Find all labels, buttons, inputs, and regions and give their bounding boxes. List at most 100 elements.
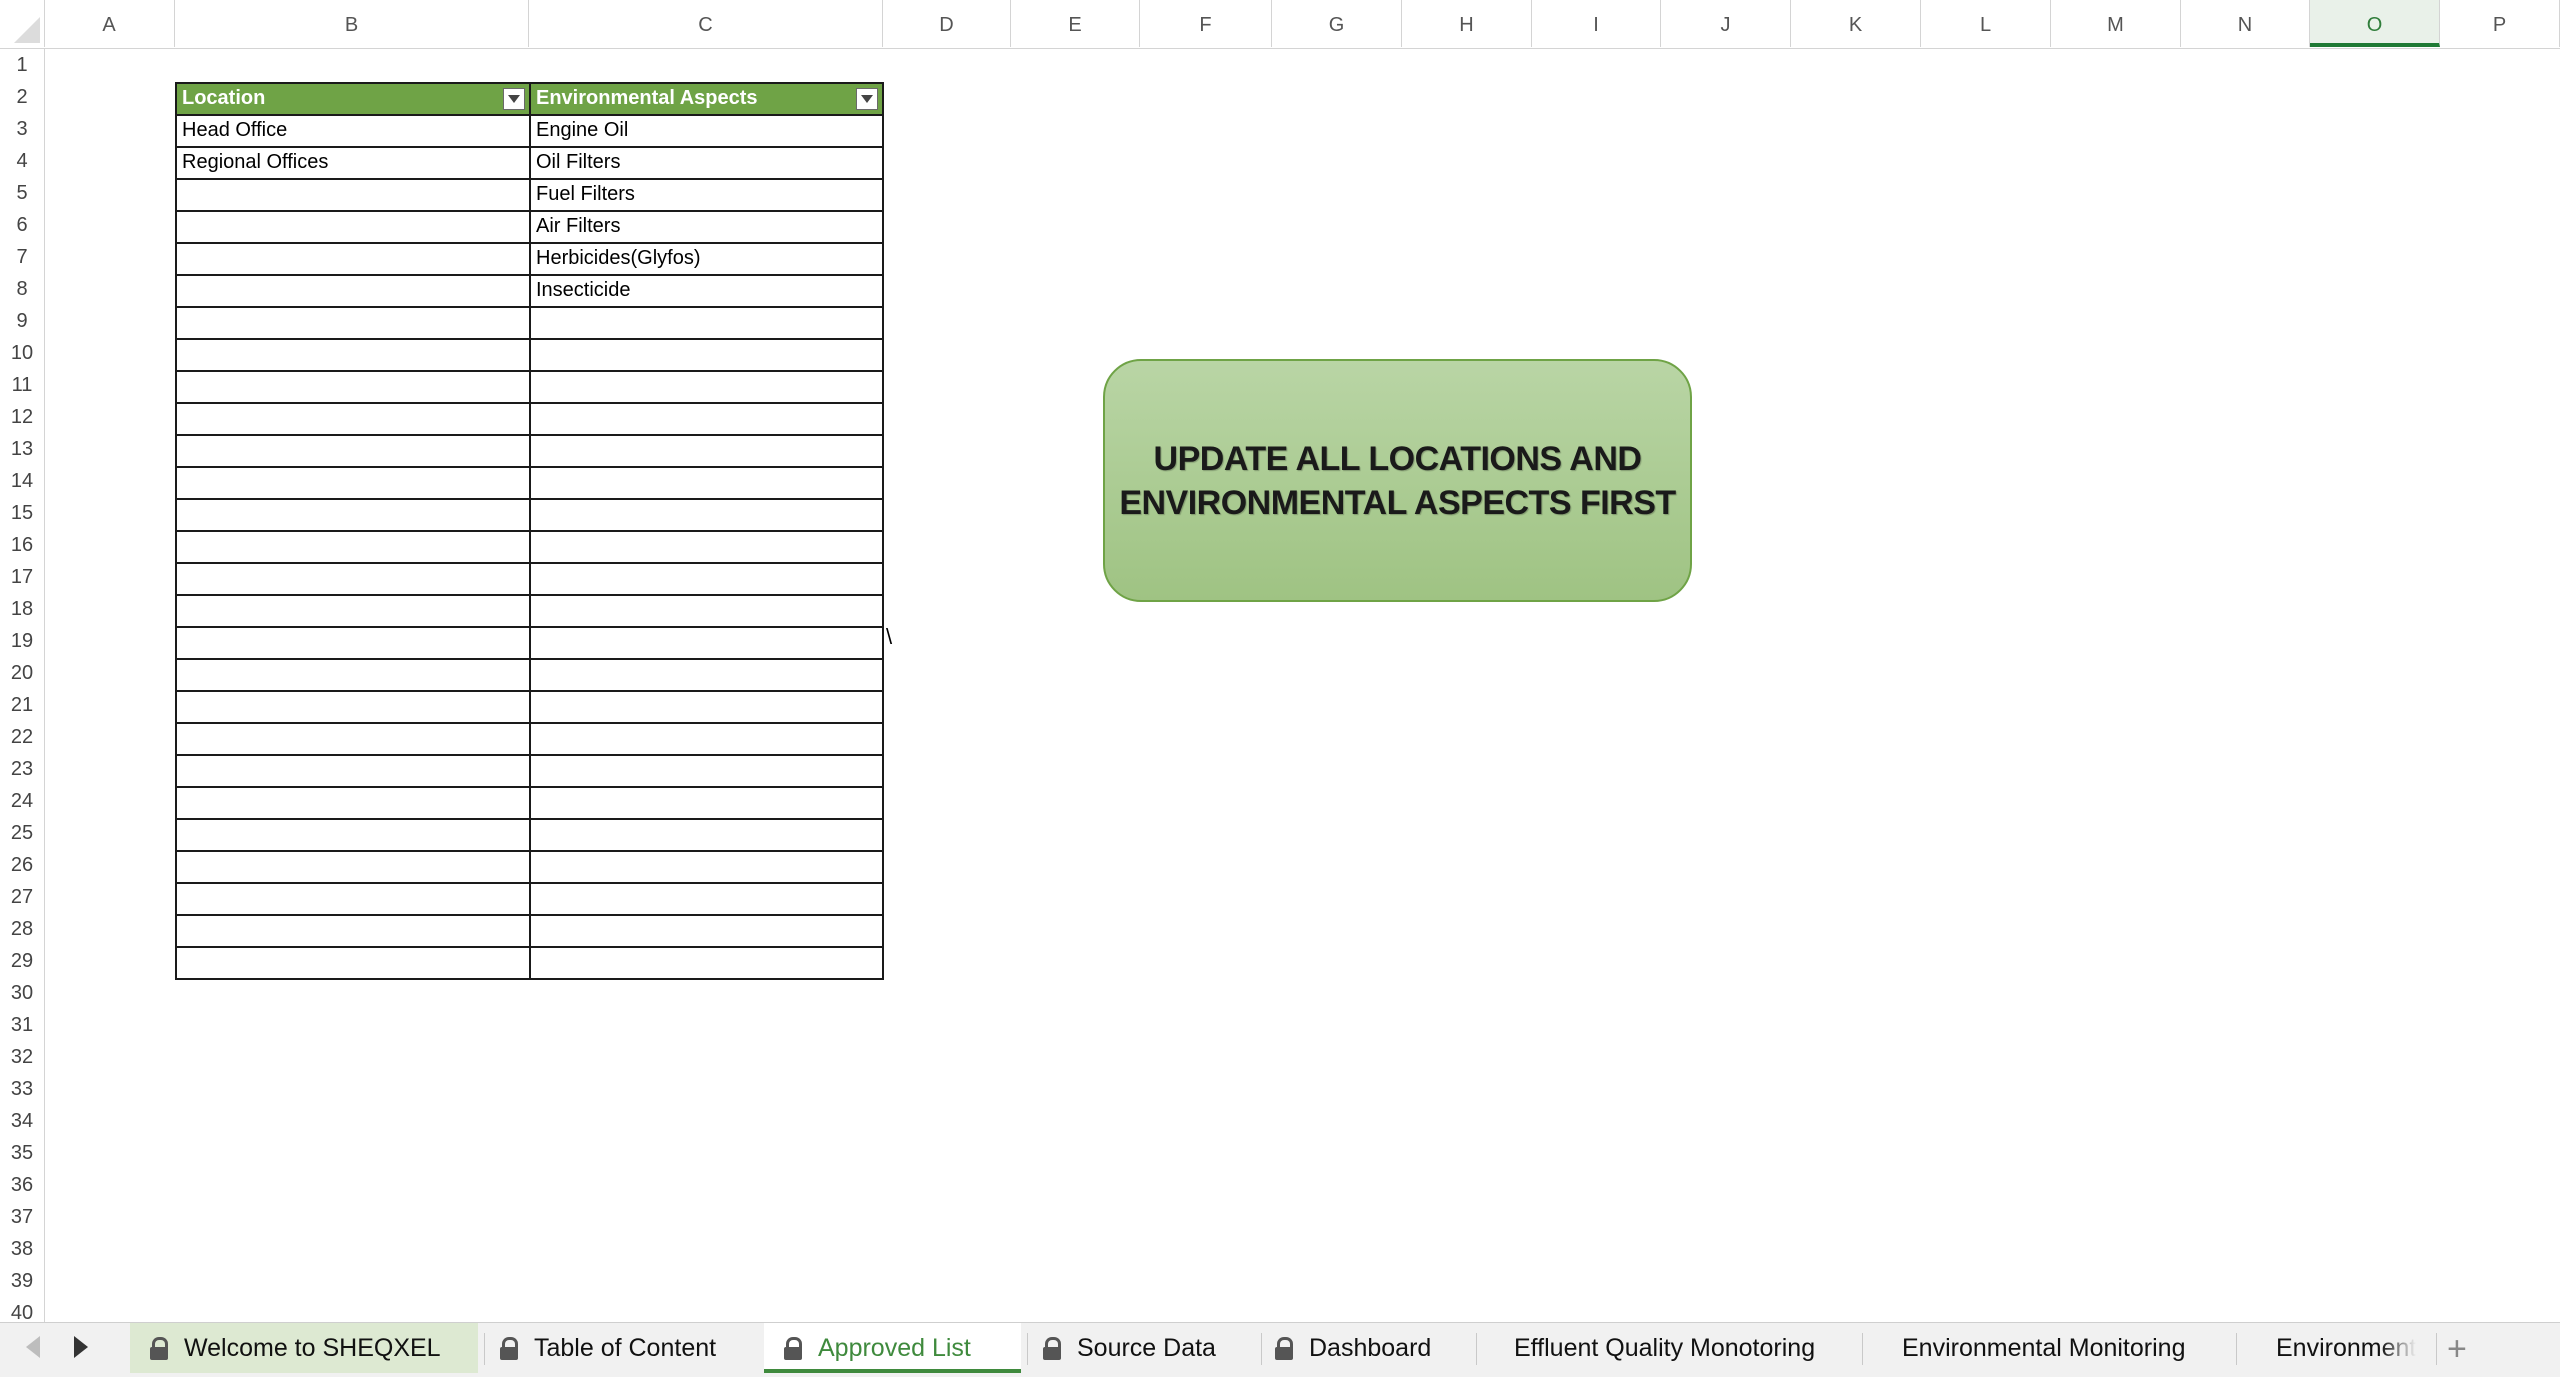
row-header-1[interactable]: 1 [0,48,44,80]
sheet-tab-environment[interactable]: Environment [2240,1323,2430,1373]
row-header-35[interactable]: 35 [0,1136,44,1168]
row-header-28[interactable]: 28 [0,912,44,944]
row-header-18[interactable]: 18 [0,592,44,624]
aspect-cell[interactable] [529,658,884,692]
aspect-cell[interactable] [529,818,884,852]
aspect-cell[interactable] [529,626,884,660]
location-cell[interactable] [175,242,531,276]
scroll-tabs-left-icon[interactable] [26,1336,40,1358]
scroll-tabs-right-icon[interactable] [74,1336,88,1358]
location-cell[interactable] [175,786,531,820]
aspect-cell[interactable] [529,882,884,916]
row-header-10[interactable]: 10 [0,336,44,368]
location-cell[interactable] [175,626,531,660]
row-header-34[interactable]: 34 [0,1104,44,1136]
aspect-cell[interactable] [529,946,884,980]
aspect-cell[interactable]: Insecticide [529,274,884,308]
row-header-39[interactable]: 39 [0,1264,44,1296]
row-header-24[interactable]: 24 [0,784,44,816]
row-header-15[interactable]: 15 [0,496,44,528]
row-header-3[interactable]: 3 [0,112,44,144]
aspect-cell[interactable] [529,722,884,756]
row-header-9[interactable]: 9 [0,304,44,336]
column-header-e[interactable]: E [1011,0,1140,47]
row-header-14[interactable]: 14 [0,464,44,496]
aspect-cell[interactable] [529,434,884,468]
aspect-cell[interactable] [529,530,884,564]
row-header-13[interactable]: 13 [0,432,44,464]
row-header-17[interactable]: 17 [0,560,44,592]
aspect-cell[interactable] [529,562,884,596]
aspect-cell[interactable] [529,786,884,820]
location-cell[interactable] [175,850,531,884]
aspect-cell[interactable]: Herbicides(Glyfos) [529,242,884,276]
column-header-h[interactable]: H [1402,0,1532,47]
row-header-19[interactable]: 19 [0,624,44,656]
row-header-22[interactable]: 22 [0,720,44,752]
row-header-21[interactable]: 21 [0,688,44,720]
aspect-cell[interactable] [529,498,884,532]
location-cell[interactable] [175,434,531,468]
column-header-f[interactable]: F [1140,0,1272,47]
row-header-20[interactable]: 20 [0,656,44,688]
location-cell[interactable] [175,402,531,436]
column-header-m[interactable]: M [2051,0,2181,47]
row-header-23[interactable]: 23 [0,752,44,784]
location-cell[interactable] [175,178,531,212]
location-cell[interactable] [175,594,531,628]
location-header[interactable]: Location [175,82,531,116]
row-header-27[interactable]: 27 [0,880,44,912]
aspect-cell[interactable] [529,402,884,436]
location-cell[interactable] [175,338,531,372]
location-cell[interactable] [175,754,531,788]
location-cell[interactable] [175,210,531,244]
aspect-cell[interactable] [529,914,884,948]
aspect-cell[interactable]: Fuel Filters [529,178,884,212]
row-header-36[interactable]: 36 [0,1168,44,1200]
location-cell[interactable] [175,466,531,500]
row-header-31[interactable]: 31 [0,1008,44,1040]
sheet-tab-dashboard[interactable]: Dashboard [1255,1323,1470,1373]
aspect-cell[interactable] [529,690,884,724]
column-header-d[interactable]: D [883,0,1011,47]
column-header-k[interactable]: K [1791,0,1921,47]
location-cell[interactable] [175,882,531,916]
location-cell[interactable] [175,690,531,724]
row-header-37[interactable]: 37 [0,1200,44,1232]
row-header-12[interactable]: 12 [0,400,44,432]
aspects-header[interactable]: Environmental Aspects [529,82,884,116]
sheet-tab-table-of-content[interactable]: Table of Content [480,1323,763,1373]
column-header-n[interactable]: N [2181,0,2310,47]
location-cell[interactable] [175,562,531,596]
location-cell[interactable] [175,306,531,340]
column-header-c[interactable]: C [529,0,883,47]
row-header-4[interactable]: 4 [0,144,44,176]
location-cell[interactable] [175,914,531,948]
aspects-filter-dropdown-icon[interactable] [856,88,878,110]
aspect-cell[interactable] [529,466,884,500]
location-cell[interactable] [175,530,531,564]
row-header-25[interactable]: 25 [0,816,44,848]
location-filter-dropdown-icon[interactable] [503,88,525,110]
row-header-33[interactable]: 33 [0,1072,44,1104]
aspect-cell[interactable] [529,594,884,628]
aspect-cell[interactable] [529,370,884,404]
column-header-g[interactable]: G [1272,0,1402,47]
location-cell[interactable]: Regional Offices [175,146,531,180]
column-header-b[interactable]: B [175,0,529,47]
column-header-l[interactable]: L [1921,0,2051,47]
stray-cell-text[interactable]: \ [886,624,892,650]
location-cell[interactable] [175,722,531,756]
location-cell[interactable] [175,370,531,404]
row-header-32[interactable]: 32 [0,1040,44,1072]
sheet-tab-approved-list[interactable]: Approved List [764,1323,1021,1373]
location-cell[interactable]: Head Office [175,114,531,148]
sheet-tab-effluent-quality-monotoring[interactable]: Effluent Quality Monotoring [1478,1323,1856,1373]
aspect-cell[interactable] [529,338,884,372]
location-cell[interactable] [175,818,531,852]
sheet-tab-source-data[interactable]: Source Data [1023,1323,1255,1373]
row-header-8[interactable]: 8 [0,272,44,304]
location-cell[interactable] [175,274,531,308]
row-header-26[interactable]: 26 [0,848,44,880]
column-header-i[interactable]: I [1532,0,1661,47]
